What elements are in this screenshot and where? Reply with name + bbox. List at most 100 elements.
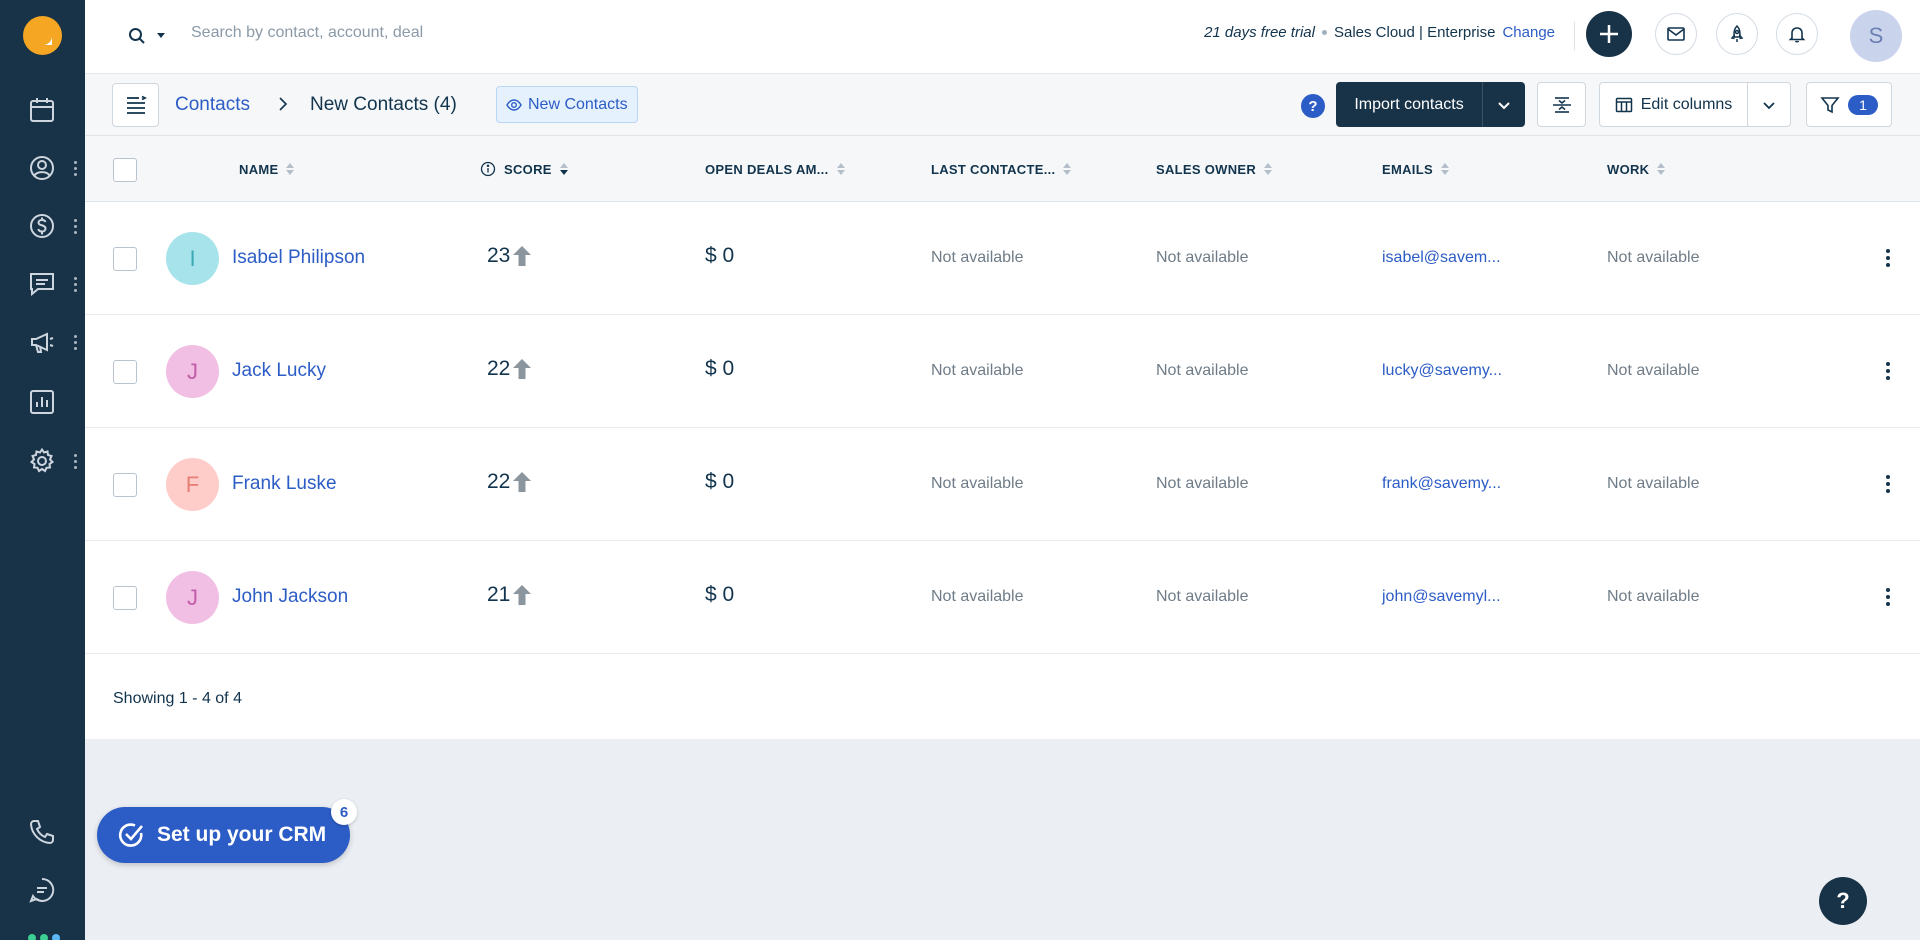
user-avatar[interactable]: S: [1850, 10, 1902, 62]
column-header-last-contacted[interactable]: LAST CONTACTE...: [931, 136, 1072, 202]
column-header-score[interactable]: SCORE: [480, 136, 568, 202]
density-icon: [1552, 96, 1571, 113]
contact-name-link[interactable]: Isabel Philipson: [232, 247, 365, 269]
email-link[interactable]: john@savemyl...: [1382, 588, 1501, 606]
search-icon[interactable]: [125, 24, 149, 48]
campaigns-icon[interactable]: [24, 324, 60, 360]
sidebar: [0, 0, 85, 940]
sales-owner-value: Not available: [1156, 249, 1249, 266]
lead-score: 22: [487, 357, 532, 381]
row-density-button[interactable]: [1537, 82, 1586, 127]
views-panel-toggle-button[interactable]: [112, 83, 159, 127]
contact-name-link[interactable]: Frank Luske: [232, 473, 337, 495]
row-checkbox[interactable]: [113, 360, 137, 384]
email-link[interactable]: lucky@savemy...: [1382, 362, 1502, 380]
conversations-icon[interactable]: [24, 266, 60, 302]
setup-steps-badge: 6: [331, 799, 357, 825]
work-value: Not available: [1607, 249, 1700, 266]
sales-owner-value: Not available: [1156, 588, 1249, 605]
campaigns-menu-dots[interactable]: [70, 330, 80, 354]
table-row[interactable]: J Jack Lucky 22 $ 0 Not available Not av…: [85, 315, 1920, 428]
column-header-name[interactable]: NAME: [239, 136, 295, 202]
view-badge[interactable]: New Contacts: [496, 86, 638, 123]
contacts-menu-dots[interactable]: [70, 156, 80, 180]
mail-button[interactable]: [1655, 13, 1697, 55]
row-actions-menu-icon[interactable]: [1876, 468, 1900, 500]
filter-count-badge: 1: [1848, 94, 1878, 115]
notifications-button[interactable]: [1776, 13, 1818, 55]
help-icon[interactable]: ?: [1301, 94, 1325, 118]
breadcrumb-contacts-link[interactable]: Contacts: [175, 94, 250, 116]
trial-days: 21 days free trial: [1204, 24, 1315, 41]
score-up-arrow-icon: [513, 359, 532, 379]
mail-icon: [1667, 27, 1685, 41]
search-scope-dropdown-icon[interactable]: [155, 28, 167, 40]
avatar: J: [166, 571, 219, 624]
score-up-arrow-icon: [513, 472, 532, 492]
getting-started-button[interactable]: [1716, 13, 1758, 55]
phone-icon[interactable]: [24, 814, 60, 850]
score-up-arrow-icon: [513, 585, 532, 605]
check-circle-icon: [118, 823, 143, 847]
email-link[interactable]: frank@savemy...: [1382, 475, 1501, 493]
row-checkbox[interactable]: [113, 247, 137, 271]
quick-add-button[interactable]: [1586, 11, 1632, 57]
app-logo[interactable]: [23, 16, 62, 55]
email-link[interactable]: isabel@savem...: [1382, 249, 1501, 267]
breadcrumb-chevron-right-icon: [279, 97, 288, 111]
column-header-work[interactable]: WORK: [1607, 136, 1666, 202]
row-actions-menu-icon[interactable]: [1876, 242, 1900, 274]
column-header-sales-owner[interactable]: SALES OWNER: [1156, 136, 1273, 202]
contact-name-link[interactable]: Jack Lucky: [232, 360, 326, 382]
top-bar: 21 days free trial Sales Cloud | Enterpr…: [85, 0, 1920, 74]
edit-columns-dropdown[interactable]: [1747, 82, 1791, 127]
contact-name-link[interactable]: John Jackson: [232, 586, 348, 608]
conversations-menu-dots[interactable]: [70, 272, 80, 296]
trial-plan: Sales Cloud | Enterprise: [1333, 24, 1496, 41]
column-header-open-deals[interactable]: OPEN DEALS AM...: [705, 136, 845, 202]
column-header-emails[interactable]: EMAILS: [1382, 136, 1449, 202]
edit-columns-button[interactable]: Edit columns: [1599, 82, 1748, 127]
deals-icon[interactable]: [24, 208, 60, 244]
lead-score: 21: [487, 583, 532, 607]
table-row[interactable]: I Isabel Philipson 23 $ 0 Not available …: [85, 202, 1920, 315]
table-row[interactable]: F Frank Luske 22 $ 0 Not available Not a…: [85, 428, 1920, 541]
work-value: Not available: [1607, 475, 1700, 492]
topbar-divider: [1574, 22, 1575, 50]
calendar-icon[interactable]: [24, 92, 60, 128]
row-checkbox[interactable]: [113, 586, 137, 610]
trial-separator-dot: [1321, 30, 1327, 35]
deals-menu-dots[interactable]: [70, 214, 80, 238]
table-row[interactable]: J John Jackson 21 $ 0 Not available Not …: [85, 541, 1920, 654]
setup-crm-button[interactable]: Set up your CRM: [97, 807, 350, 863]
sales-owner-value: Not available: [1156, 362, 1249, 379]
list-toolbar: Contacts New Contacts (4) New Contacts ?…: [85, 74, 1920, 136]
import-contacts-button[interactable]: Import contacts: [1336, 82, 1482, 127]
rocket-icon: [1730, 24, 1744, 42]
sort-icon: [1264, 163, 1273, 175]
select-all-checkbox[interactable]: [113, 158, 137, 182]
table-header: NAME SCORE OPEN DEALS AM... LAST CONTACT…: [85, 136, 1920, 202]
setup-crm-label: Set up your CRM: [157, 823, 327, 846]
work-value: Not available: [1607, 362, 1700, 379]
filter-button[interactable]: 1: [1806, 82, 1892, 127]
change-plan-link[interactable]: Change: [1502, 24, 1555, 41]
help-widget-button[interactable]: ?: [1819, 877, 1867, 925]
sales-owner-value: Not available: [1156, 475, 1249, 492]
import-options-dropdown[interactable]: [1482, 82, 1525, 127]
sort-descending-icon: [559, 163, 568, 175]
settings-icon[interactable]: [24, 443, 60, 479]
row-actions-menu-icon[interactable]: [1876, 355, 1900, 387]
sort-icon: [1440, 163, 1449, 175]
reports-icon[interactable]: [24, 384, 60, 420]
trial-info: 21 days free trial Sales Cloud | Enterpr…: [1204, 24, 1555, 41]
global-search-input[interactable]: [191, 18, 691, 48]
row-actions-menu-icon[interactable]: [1876, 581, 1900, 613]
contacts-icon[interactable]: [24, 150, 60, 186]
chat-icon[interactable]: [24, 872, 60, 908]
row-checkbox[interactable]: [113, 473, 137, 497]
apps-dots[interactable]: [28, 934, 60, 940]
open-deals-amount: $ 0: [705, 583, 735, 606]
sort-icon: [836, 163, 845, 175]
settings-menu-dots[interactable]: [70, 449, 80, 473]
